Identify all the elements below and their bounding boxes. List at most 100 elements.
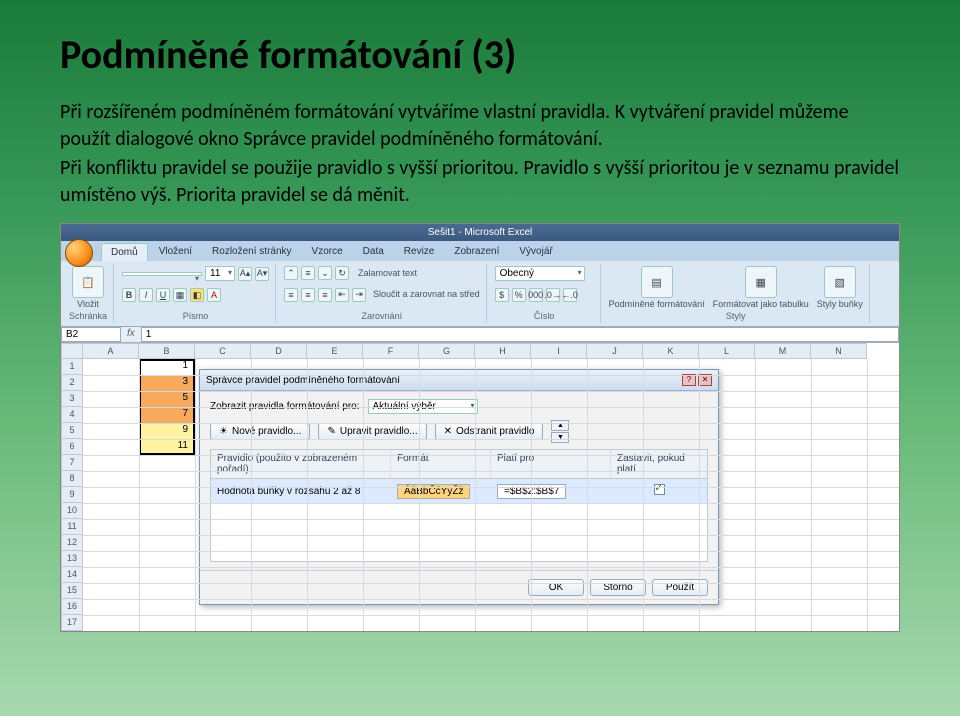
currency-icon[interactable]: $	[495, 288, 509, 302]
number-format-combo[interactable]: Obecný	[495, 266, 585, 281]
cell-value: 1	[139, 360, 191, 371]
row-header[interactable]: 16	[61, 599, 83, 615]
col-header[interactable]: G	[419, 343, 475, 359]
tab-insert[interactable]: Vložení	[150, 243, 201, 261]
rule-row[interactable]: Hodnota buňky v rozsahu 2 až 8 ÁáBbČčYyŽ…	[211, 479, 707, 503]
align-center-icon[interactable]: ≡	[301, 288, 315, 302]
row-header[interactable]: 11	[61, 519, 83, 535]
col-header[interactable]: I	[531, 343, 587, 359]
indent-dec-icon[interactable]: ⇤	[335, 288, 349, 302]
stop-if-true-checkbox[interactable]	[654, 484, 665, 495]
col-header[interactable]: C	[195, 343, 251, 359]
select-all-corner[interactable]	[61, 343, 83, 359]
dec-decimal-icon[interactable]: ←.0	[563, 288, 577, 302]
cell-styles-button[interactable]: ▧ Styly buňky	[817, 266, 863, 309]
col-header[interactable]: N	[811, 343, 867, 359]
border-icon[interactable]: ▦	[173, 288, 187, 302]
office-button-icon[interactable]	[65, 239, 93, 267]
group-clipboard: 📋 Vložit Schránka	[65, 264, 114, 323]
col-header[interactable]: M	[755, 343, 811, 359]
cancel-button[interactable]: Storno	[590, 579, 646, 596]
col-header[interactable]: F	[363, 343, 419, 359]
paste-icon[interactable]: 📋	[72, 266, 104, 298]
italic-icon[interactable]: I	[139, 288, 153, 302]
tab-pagelayout[interactable]: Rozložení stránky	[203, 243, 300, 261]
tab-formulas[interactable]: Vzorce	[303, 243, 352, 261]
ok-button[interactable]: OK	[528, 579, 584, 596]
excel-screenshot: Sešit1 - Microsoft Excel Domů Vložení Ro…	[60, 223, 900, 632]
comma-icon[interactable]: 000	[529, 288, 543, 302]
format-table-button[interactable]: ▦ Formátovat jako tabulku	[713, 266, 809, 309]
row-header[interactable]: 17	[61, 615, 83, 631]
font-name-combo[interactable]	[122, 272, 202, 276]
font-size-combo[interactable]: 11	[205, 266, 235, 281]
row-header[interactable]: 10	[61, 503, 83, 519]
col-header[interactable]: D	[251, 343, 307, 359]
row-header[interactable]: 2	[61, 375, 83, 391]
row-header[interactable]: 6	[61, 439, 83, 455]
styles-caption: Styly	[609, 311, 863, 321]
row-header[interactable]: 1	[61, 359, 83, 375]
row-header[interactable]: 4	[61, 407, 83, 423]
slide-paragraph-2: Při konfliktu pravidel se použije pravid…	[60, 155, 900, 209]
ribbon-tabstrip: Domů Vložení Rozložení stránky Vzorce Da…	[61, 241, 899, 261]
new-rule-button[interactable]: ☀Nové pravidlo...	[210, 423, 310, 440]
bold-icon[interactable]: B	[122, 288, 136, 302]
delete-rule-button[interactable]: ✕Odstranit pravidlo	[435, 423, 544, 440]
align-top-icon[interactable]: ⌃	[284, 266, 298, 280]
tab-developer[interactable]: Vývojář	[510, 243, 561, 261]
merge-label[interactable]: Sloučit a zarovnat na střed	[373, 290, 480, 299]
row-header[interactable]: 5	[61, 423, 83, 439]
edit-rule-label: Upravit pravidlo...	[340, 426, 418, 437]
align-caption: Zarovnání	[284, 311, 480, 321]
col-header[interactable]: E	[307, 343, 363, 359]
grow-font-icon[interactable]: A▴	[238, 267, 252, 281]
move-up-icon[interactable]: ▲	[551, 420, 569, 431]
inc-decimal-icon[interactable]: .0→	[546, 288, 560, 302]
col-header[interactable]: K	[643, 343, 699, 359]
worksheet: 1234567891011121314151617 ABCDEFGHIJKLMN…	[61, 343, 899, 631]
indent-inc-icon[interactable]: ⇥	[352, 288, 366, 302]
col-header[interactable]: B	[139, 343, 195, 359]
row-header[interactable]: 3	[61, 391, 83, 407]
fill-color-icon[interactable]: ◧	[190, 288, 204, 302]
clipboard-caption: Schránka	[69, 311, 107, 321]
tab-review[interactable]: Revize	[395, 243, 444, 261]
orientation-icon[interactable]: ↻	[335, 266, 349, 280]
tab-data[interactable]: Data	[354, 243, 393, 261]
row-header[interactable]: 15	[61, 583, 83, 599]
tab-view[interactable]: Zobrazení	[445, 243, 508, 261]
row-header[interactable]: 8	[61, 471, 83, 487]
format-table-icon: ▦	[745, 266, 777, 298]
slide-title: Podmíněné formátování (3)	[60, 30, 900, 79]
name-box[interactable]: B2	[61, 327, 121, 342]
fx-icon[interactable]: fx	[121, 327, 141, 342]
row-header[interactable]: 13	[61, 551, 83, 567]
percent-icon[interactable]: %	[512, 288, 526, 302]
font-color-icon[interactable]: A	[207, 288, 221, 302]
col-header[interactable]: J	[587, 343, 643, 359]
col-header[interactable]: H	[475, 343, 531, 359]
wrap-label[interactable]: Zalamovat text	[358, 269, 417, 278]
row-header[interactable]: 9	[61, 487, 83, 503]
row-header[interactable]: 12	[61, 535, 83, 551]
align-left-icon[interactable]: ≡	[284, 288, 298, 302]
align-bot-icon[interactable]: ⌄	[318, 266, 332, 280]
row-header[interactable]: 7	[61, 455, 83, 471]
align-mid-icon[interactable]: ≡	[301, 266, 315, 280]
shrink-font-icon[interactable]: A▾	[255, 267, 269, 281]
edit-rule-button[interactable]: ✎Upravit pravidlo...	[318, 423, 426, 440]
row-header[interactable]: 14	[61, 567, 83, 583]
format-table-label: Formátovat jako tabulku	[713, 300, 809, 309]
group-font: 11 A▴ A▾ B I U ▦ ◧ A Písmo	[118, 264, 276, 323]
align-right-icon[interactable]: ≡	[318, 288, 332, 302]
cond-format-button[interactable]: ▤ Podmíněné formátování	[609, 266, 705, 309]
format-preview: ÁáBbČčYyŽž	[397, 484, 470, 499]
cells-area[interactable]: Správce pravidel podmíněného formátování…	[83, 359, 899, 631]
formula-input[interactable]: 1	[141, 327, 899, 342]
col-header[interactable]: A	[83, 343, 139, 359]
move-down-icon[interactable]: ▼	[551, 432, 569, 443]
tab-home[interactable]: Domů	[101, 243, 148, 261]
col-header[interactable]: L	[699, 343, 755, 359]
underline-icon[interactable]: U	[156, 288, 170, 302]
